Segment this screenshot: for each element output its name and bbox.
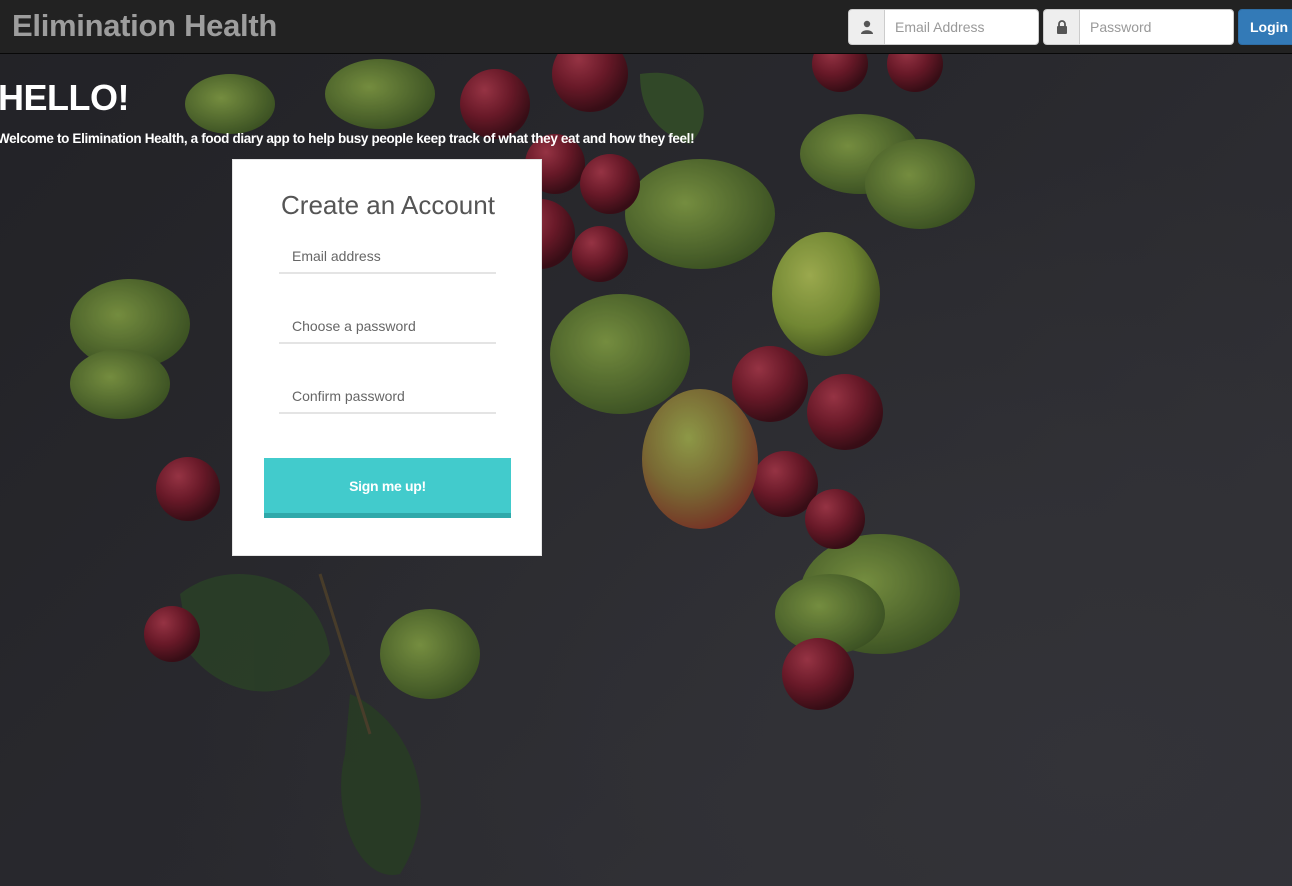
signup-card: Create an Account Sign me up!: [232, 159, 542, 556]
signup-title: Create an Account: [281, 190, 495, 220]
hero-tagline: Welcome to Elimination Health, a food di…: [0, 131, 695, 146]
hero-heading: HELLO!: [0, 77, 129, 118]
navbar: Elimination Health Login: [0, 0, 1292, 54]
background-photo: [0, 54, 1292, 886]
brand-title[interactable]: Elimination Health: [12, 8, 277, 44]
lock-icon: [1043, 9, 1079, 45]
signup-email-field[interactable]: [279, 240, 496, 274]
login-email-group: [848, 9, 1039, 45]
user-icon: [848, 9, 884, 45]
login-button[interactable]: Login: [1238, 9, 1292, 45]
signup-button[interactable]: Sign me up!: [264, 458, 511, 518]
signup-password-field[interactable]: [279, 310, 496, 344]
login-password-input[interactable]: [1079, 9, 1234, 45]
login-password-group: [1043, 9, 1234, 45]
signup-confirm-password-field[interactable]: [279, 380, 496, 414]
background-overlay: [0, 54, 1292, 886]
login-email-input[interactable]: [884, 9, 1039, 45]
